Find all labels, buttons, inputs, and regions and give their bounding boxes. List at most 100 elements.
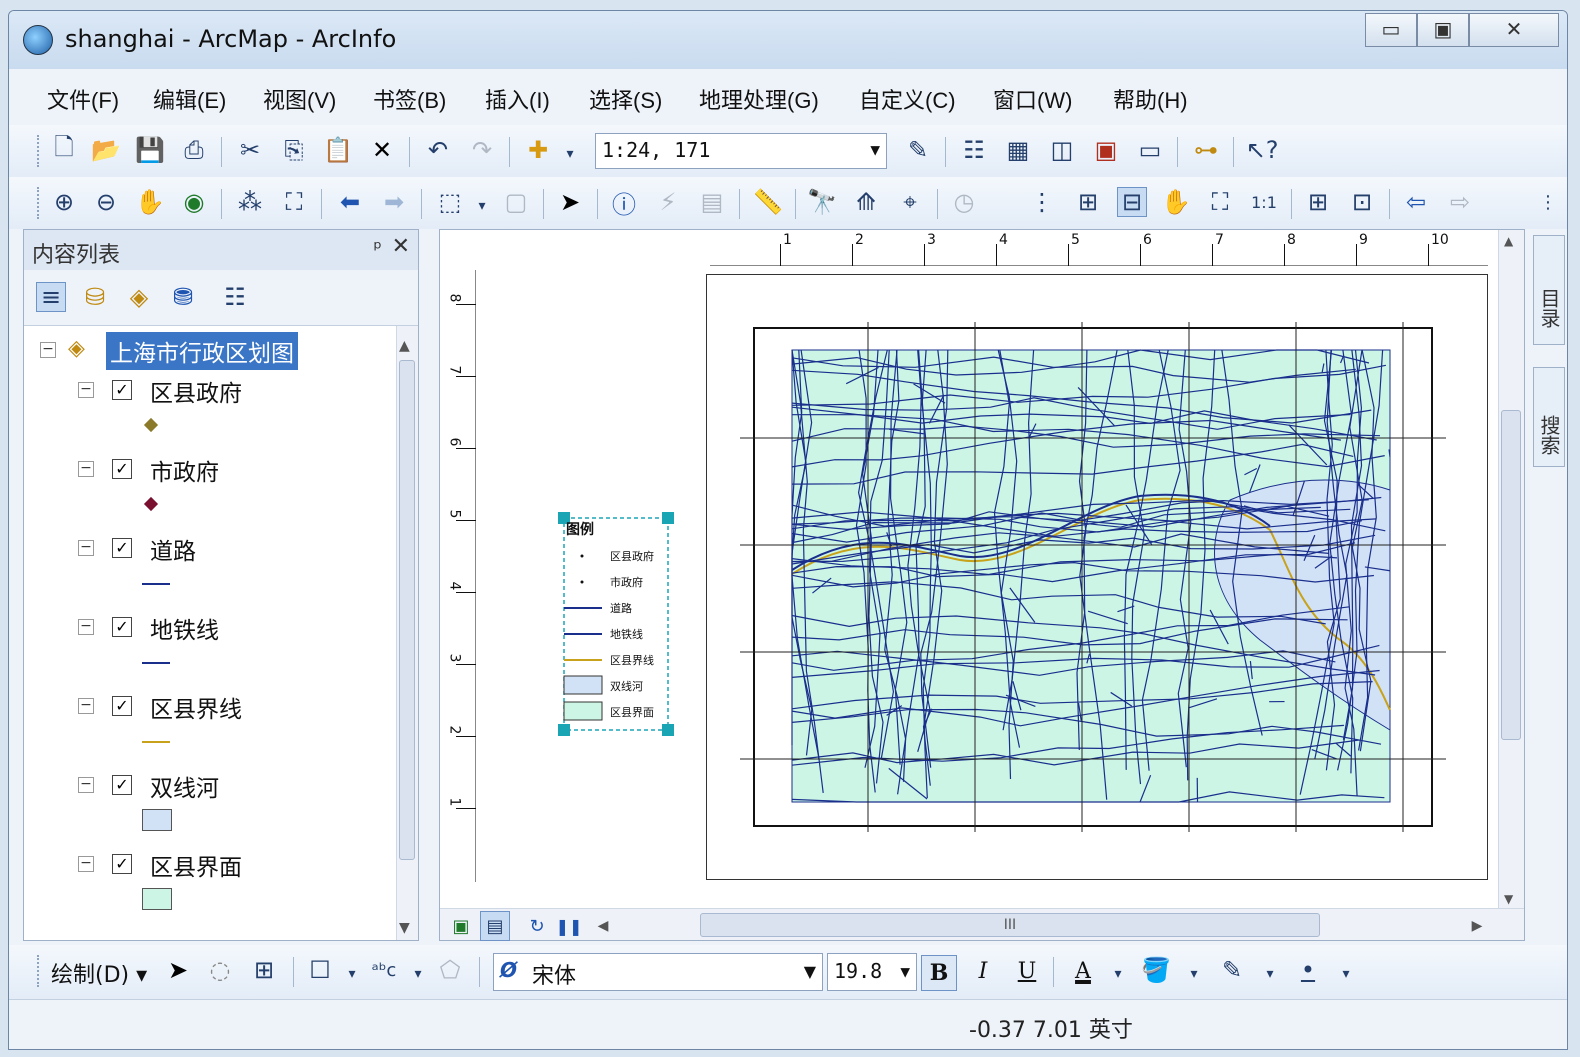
search-window-icon[interactable]: ◫	[1047, 135, 1077, 165]
layout-zoom-out-icon[interactable]: ⊟	[1117, 187, 1147, 217]
layer-name[interactable]: 地铁线	[150, 611, 219, 645]
close-button[interactable]: ✕	[1469, 13, 1559, 47]
layer-group-row[interactable]: − ◈ 上海市行政区划图	[24, 330, 394, 370]
python-window-icon[interactable]: ▭	[1135, 135, 1165, 165]
add-data-icon[interactable]: ✚	[523, 135, 553, 165]
scroll-left-icon[interactable]: ◀	[588, 911, 618, 941]
undo-icon[interactable]: ↶	[423, 135, 453, 165]
clear-selection-icon[interactable]: ▢	[501, 187, 531, 217]
open-folder-icon[interactable]: 📂	[91, 135, 121, 165]
previous-extent-icon[interactable]: ⇦	[1401, 187, 1431, 217]
layer-visibility-checkbox[interactable]: ✓	[112, 380, 132, 400]
pin-icon[interactable]: ᵖ	[373, 236, 382, 260]
chevron-down-icon[interactable]: ▾	[1103, 959, 1133, 989]
maximize-button[interactable]: ▣	[1417, 13, 1469, 47]
zoom-100-percent-icon[interactable]: 1:1	[1249, 187, 1279, 217]
modelbuilder-icon[interactable]: ⊶	[1191, 135, 1221, 165]
full-extent-icon[interactable]: ◉	[179, 187, 209, 217]
toolbar-grip[interactable]	[37, 955, 40, 987]
scroll-up-icon[interactable]: ▲	[399, 338, 410, 354]
chevron-down-icon[interactable]: ▾	[467, 191, 497, 221]
layer-row[interactable]: − ✓ 市政府	[24, 449, 394, 512]
line-color-icon[interactable]: ✎	[1217, 955, 1247, 985]
chevron-down-icon[interactable]: ▾	[1255, 959, 1285, 989]
zoom-to-selected-icon[interactable]: ⊞	[249, 955, 279, 985]
menu-insert[interactable]: 插入(I)	[485, 83, 550, 115]
underline-button[interactable]: U	[1009, 955, 1045, 991]
layer-row[interactable]: − ✓ 道路	[24, 528, 394, 585]
scroll-up-icon[interactable]: ▲	[1504, 234, 1513, 248]
layout-pan-icon[interactable]: ✋	[1161, 187, 1191, 217]
forward-arrow-icon[interactable]: ➡	[379, 187, 409, 217]
collapse-icon[interactable]: −	[40, 342, 56, 358]
menu-geoprocessing[interactable]: 地理处理(G)	[699, 83, 819, 115]
pause-drawing-icon[interactable]: ❚❚	[554, 911, 584, 941]
identify-icon[interactable]: ⓘ	[609, 187, 639, 219]
table-of-contents-icon[interactable]: ☷	[959, 135, 989, 165]
fixed-zoom-out-icon[interactable]: ⛶	[279, 187, 309, 217]
list-by-drawing-order-icon[interactable]: ≡	[36, 282, 66, 312]
scroll-thumb[interactable]	[399, 360, 415, 860]
layer-visibility-checkbox[interactable]: ✓	[112, 617, 132, 637]
zoom-out-icon[interactable]: ⊖	[91, 187, 121, 217]
redo-icon[interactable]: ↷	[467, 135, 497, 165]
rotate-icon[interactable]: ◌	[205, 955, 235, 985]
menu-selection[interactable]: 选择(S)	[589, 83, 662, 115]
font-color-button[interactable]: A	[1065, 955, 1101, 991]
draw-menu-button[interactable]: 绘制(D) ▾	[51, 957, 147, 989]
collapse-icon[interactable]: −	[78, 461, 94, 477]
copy-icon[interactable]: ⎘	[279, 135, 309, 165]
layer-row[interactable]: − ✓ 区县政府	[24, 370, 394, 433]
toolbar-grip[interactable]	[37, 135, 40, 167]
layer-visibility-checkbox[interactable]: ✓	[112, 538, 132, 558]
layer-row[interactable]: − ✓ 区县界面	[24, 844, 394, 910]
layout-view[interactable]: 1 2 3 4 5 6 7 8 9 10 87654321 图例 区县政府 市政府 道路 地铁线 区县界线	[439, 229, 1525, 941]
marker-color-icon[interactable]: •	[1293, 955, 1323, 985]
layer-name[interactable]: 双线河	[150, 769, 219, 803]
list-by-visibility-icon[interactable]: ◈	[124, 282, 154, 312]
map-scale-input[interactable]: 1:24, 171 ▼	[595, 133, 887, 169]
menu-customize[interactable]: 自定义(C)	[859, 83, 956, 115]
font-family-select[interactable]: Ø 宋体 ▼	[493, 953, 823, 991]
collapse-icon[interactable]: −	[78, 540, 94, 556]
toolbar-grip[interactable]: ⋮	[1027, 187, 1057, 217]
paste-icon[interactable]: 📋	[323, 135, 353, 165]
list-by-source-icon[interactable]: ⛁	[80, 282, 110, 312]
menu-file[interactable]: 文件(F)	[47, 83, 119, 115]
editor-toolbar-icon[interactable]: ✎	[903, 135, 933, 165]
chevron-down-icon[interactable]: ▼	[900, 962, 910, 981]
menu-window[interactable]: 窗口(W)	[993, 83, 1072, 115]
fixed-zoom-out-layout-icon[interactable]: ⊡	[1347, 187, 1377, 217]
help-whats-this-icon[interactable]: ↖?	[1246, 135, 1279, 165]
arctoolbox-icon[interactable]: ▣	[1091, 135, 1121, 165]
edit-vertices-icon[interactable]: ⬠	[435, 955, 465, 985]
rectangle-icon[interactable]: ☐	[305, 955, 335, 985]
layer-row[interactable]: − ✓ 地铁线	[24, 607, 394, 664]
delete-icon[interactable]: ✕	[367, 135, 397, 165]
select-elements-icon[interactable]: ➤	[163, 955, 193, 985]
chevron-down-icon[interactable]: ▾	[337, 959, 367, 989]
new-document-icon[interactable]: 🗋	[49, 133, 79, 165]
find-route-icon[interactable]: ⟰	[851, 187, 881, 217]
chevron-down-icon[interactable]: ▾	[403, 959, 433, 989]
select-features-icon[interactable]: ⬚	[435, 187, 465, 217]
layer-name[interactable]: 市政府	[150, 453, 219, 487]
layer-name[interactable]: 道路	[150, 532, 196, 566]
layer-row[interactable]: − ✓ 双线河	[24, 765, 394, 831]
toolbar-overflow-icon[interactable]: ⋮	[1533, 187, 1563, 217]
zoom-whole-page-icon[interactable]: ⛶	[1205, 187, 1235, 217]
toc-vertical-scrollbar[interactable]: ▲ ▼	[396, 326, 418, 940]
fixed-zoom-in-layout-icon[interactable]: ⊞	[1303, 187, 1333, 217]
time-slider-icon[interactable]: ◷	[949, 187, 979, 217]
go-to-xy-icon[interactable]: ⌖	[895, 187, 925, 217]
horizontal-scroll-thumb[interactable]: III	[700, 913, 1320, 937]
measure-icon[interactable]: 📏	[753, 187, 783, 217]
layer-row[interactable]: − ✓ 区县界线	[24, 686, 394, 743]
menu-help[interactable]: 帮助(H)	[1113, 83, 1188, 115]
refresh-icon[interactable]: ↻	[522, 911, 552, 941]
collapse-icon[interactable]: −	[78, 856, 94, 872]
collapse-icon[interactable]: −	[78, 777, 94, 793]
select-elements-icon[interactable]: ➤	[555, 187, 585, 217]
hyperlink-icon[interactable]: ⚡	[653, 187, 683, 217]
chevron-down-icon[interactable]: ▼	[804, 962, 816, 981]
